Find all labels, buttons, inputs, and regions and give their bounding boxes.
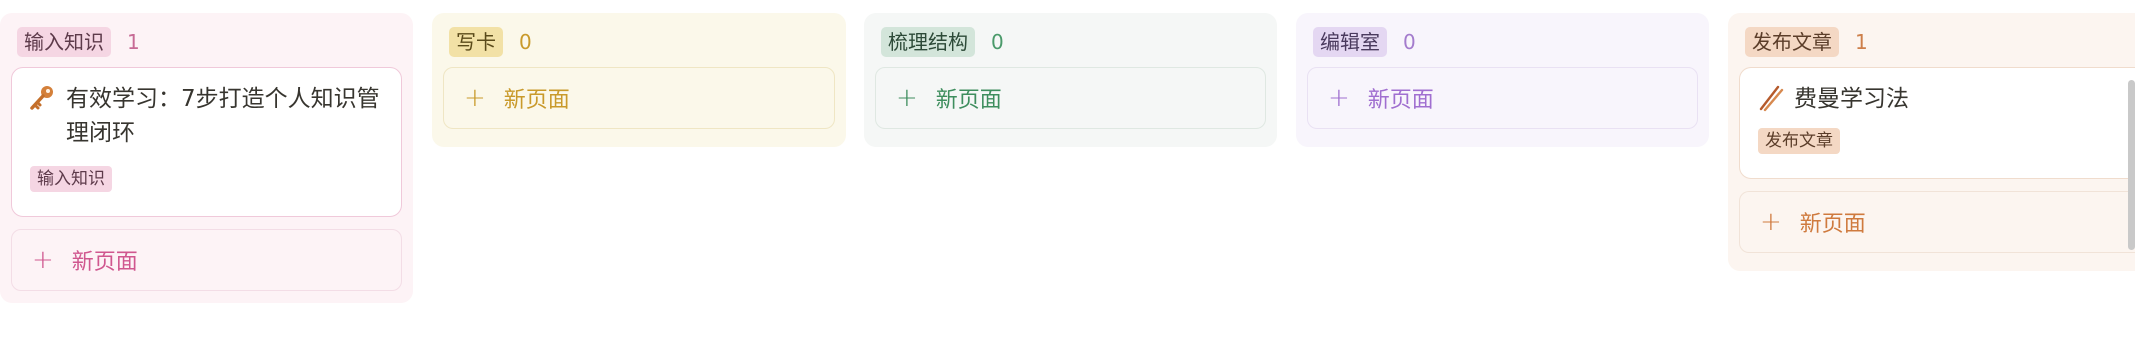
new-page-label: 新页面: [1799, 212, 1866, 237]
plus-icon: +: [32, 245, 54, 275]
column-organize-structure: 梳理结构 0 + 新页面: [864, 13, 1277, 147]
new-page-label: 新页面: [1367, 88, 1434, 113]
column-status-tag: 写卡: [449, 27, 503, 57]
column-write-cards: 写卡 0 + 新页面: [432, 13, 846, 147]
column-header[interactable]: 编辑室 0: [1313, 26, 1698, 58]
new-page-button[interactable]: + 新页面: [875, 67, 1266, 129]
column-header[interactable]: 输入知识 1: [17, 26, 402, 58]
column-input-knowledge: 输入知识 1 有效学习：7步打造个人知识管理闭环 输入知识 + 新页面: [0, 13, 413, 303]
column-count: 1: [127, 30, 140, 54]
plus-icon: +: [1328, 83, 1350, 113]
column-header[interactable]: 梳理结构 0: [881, 26, 1266, 58]
key-icon: [28, 84, 56, 112]
card-status-tag: 发布文章: [1758, 128, 1840, 154]
new-page-button[interactable]: + 新页面: [1307, 67, 1698, 129]
card-title: 费曼学习法: [1794, 86, 1909, 112]
card-status-tag: 输入知识: [30, 166, 112, 192]
chopsticks-icon: [1756, 84, 1784, 112]
column-count: 0: [519, 30, 532, 54]
new-page-button[interactable]: + 新页面: [443, 67, 835, 129]
column-header[interactable]: 发布文章 1: [1745, 26, 2135, 58]
column-header[interactable]: 写卡 0: [449, 26, 835, 58]
plus-icon: +: [1760, 207, 1782, 237]
card-title: 有效学习：7步打造个人知识管理闭环: [66, 86, 380, 146]
board-card[interactable]: 费曼学习法 发布文章: [1739, 67, 2135, 179]
column-status-tag: 输入知识: [17, 27, 111, 57]
column-count: 0: [1403, 30, 1416, 54]
new-page-label: 新页面: [935, 88, 1002, 113]
new-page-button[interactable]: + 新页面: [1739, 191, 2135, 253]
plus-icon: +: [464, 83, 486, 113]
kanban-board: 输入知识 1 有效学习：7步打造个人知识管理闭环 输入知识 + 新页面 写卡 0…: [0, 0, 2135, 347]
column-status-tag: 梳理结构: [881, 27, 975, 57]
column-count: 0: [991, 30, 1004, 54]
column-editorial-room: 编辑室 0 + 新页面: [1296, 13, 1709, 147]
new-page-label: 新页面: [71, 250, 138, 275]
column-status-tag: 编辑室: [1313, 27, 1387, 57]
new-page-label: 新页面: [503, 88, 570, 113]
column-publish-article: 发布文章 1 费曼学习法 发布文章 + 新页面: [1728, 13, 2135, 271]
plus-icon: +: [896, 83, 918, 113]
column-count: 1: [1855, 30, 1868, 54]
board-card[interactable]: 有效学习：7步打造个人知识管理闭环 输入知识: [11, 67, 402, 217]
new-page-button[interactable]: + 新页面: [11, 229, 402, 291]
column-status-tag: 发布文章: [1745, 27, 1839, 57]
horizontal-scroll-thumb[interactable]: [2128, 80, 2135, 250]
